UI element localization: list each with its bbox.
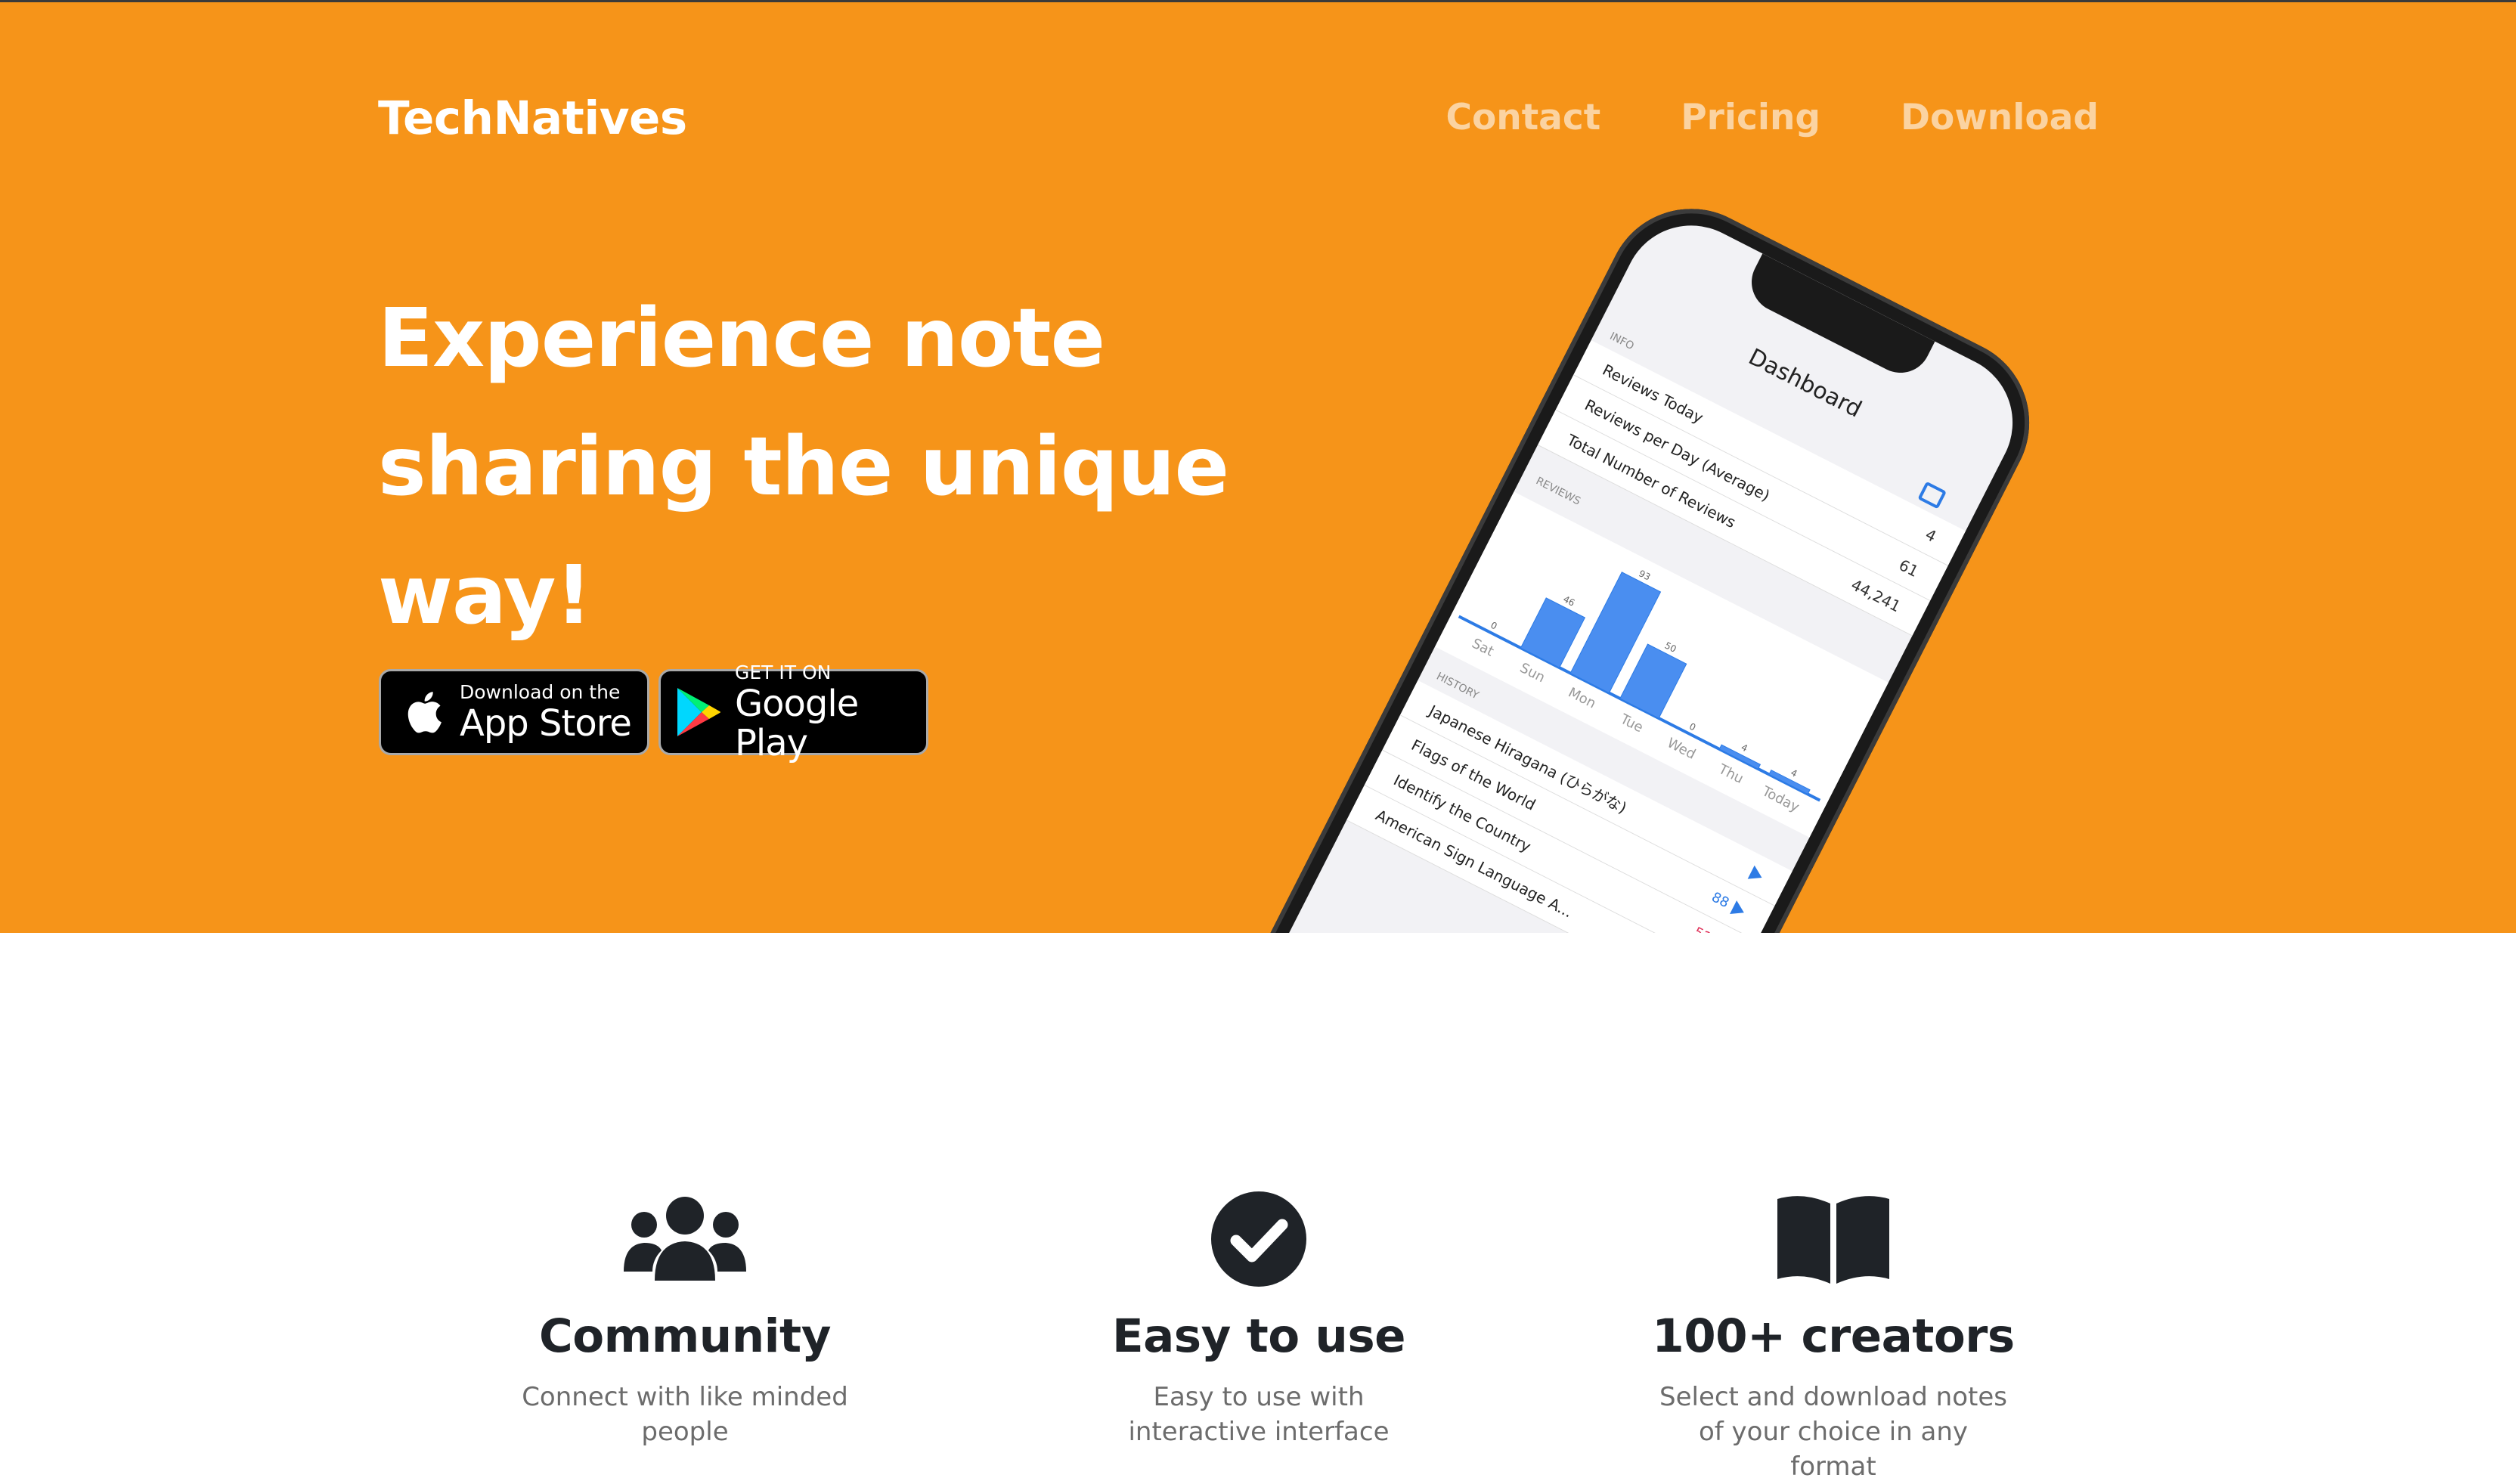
check-circle-icon (1024, 1190, 1493, 1288)
app-store-small-label: Download on the (460, 681, 621, 703)
history-row-count: 88 (1709, 889, 1732, 912)
feature-title: Easy to use (1111, 1309, 1406, 1363)
play-icon[interactable] (1747, 865, 1766, 885)
feature-title: Community (539, 1309, 831, 1363)
phone-screen: Dashboard INFO Reviews Today 4 Reviews p… (1254, 202, 2037, 933)
info-label: INFO (1607, 330, 1636, 353)
chart-value-label: 50 (1663, 640, 1678, 655)
feature-description: Select and download notes of your choice… (1659, 1382, 2007, 1482)
hero-section: TechNatives Contact Pricing Download Exp… (0, 2, 2516, 933)
nav-contact[interactable]: Contact (1445, 97, 1600, 138)
nav-download[interactable]: Download (1901, 97, 2099, 138)
google-play-button[interactable]: GET IT ON Google Play (658, 661, 928, 763)
google-play-icon (671, 686, 727, 739)
chart-category-label: Mon (1566, 685, 1598, 712)
hero-headline: Experience note sharing the unique way! (378, 292, 1229, 643)
brand-logo[interactable]: TechNatives (378, 91, 687, 145)
google-play-text: GET IT ON Google Play (735, 661, 926, 763)
chart-value-label: 93 (1637, 568, 1652, 582)
app-store-big-label: App Store (460, 702, 632, 745)
phone-mockup: Dashboard INFO Reviews Today 4 Reviews p… (1232, 179, 2059, 933)
app-store-text: Download on the App Store (460, 681, 632, 745)
chart-category-label: Sat (1469, 636, 1496, 660)
calendar-icon (1917, 481, 1947, 510)
feature-description: Easy to use with interactive interface (1128, 1382, 1390, 1447)
history-row-count: 52 (1691, 925, 1714, 933)
nav-pricing[interactable]: Pricing (1681, 97, 1820, 138)
chart-bar (1520, 597, 1586, 668)
info-row-value: 61 (1896, 555, 1922, 581)
feature-description: Connect with like minded people (522, 1382, 848, 1447)
main-nav: Contact Pricing Download (1445, 97, 2099, 138)
info-row-value: 4 (1923, 525, 1940, 546)
feature-easy-to-use: Easy to use Easy to use with interactive… (1024, 1190, 1493, 1449)
feature-creators: 100+ creators Select and download notes … (1599, 1190, 2068, 1484)
app-store-button[interactable]: Download on the App Store (379, 669, 649, 755)
feature-title: 100+ creators (1652, 1309, 2015, 1363)
chart-category-label: Thu (1715, 761, 1746, 788)
chart-category-label: Wed (1665, 735, 1699, 763)
apple-icon (392, 686, 452, 739)
chart-category-label: Tue (1617, 711, 1646, 736)
chart-value-label: 46 (1561, 593, 1576, 608)
chart-value-label: 0 (1687, 721, 1697, 733)
chart-value-label: 4 (1740, 742, 1749, 754)
chart-category-label: Sun (1517, 660, 1548, 686)
feature-community: Community Connect with like minded peopl… (451, 1190, 919, 1449)
book-icon (1599, 1190, 2068, 1288)
chart-value-label: 0 (1489, 620, 1498, 632)
chart-value-label: 4 (1789, 767, 1799, 779)
chart-bar (1619, 643, 1687, 719)
reviews-label: REVIEWS (1533, 475, 1583, 508)
play-icon[interactable] (1730, 900, 1748, 919)
features-section: Community Connect with like minded peopl… (0, 933, 2516, 1482)
google-play-small-label: GET IT ON (734, 661, 832, 683)
users-icon (451, 1190, 919, 1288)
google-play-big-label: Google Play (734, 683, 859, 764)
